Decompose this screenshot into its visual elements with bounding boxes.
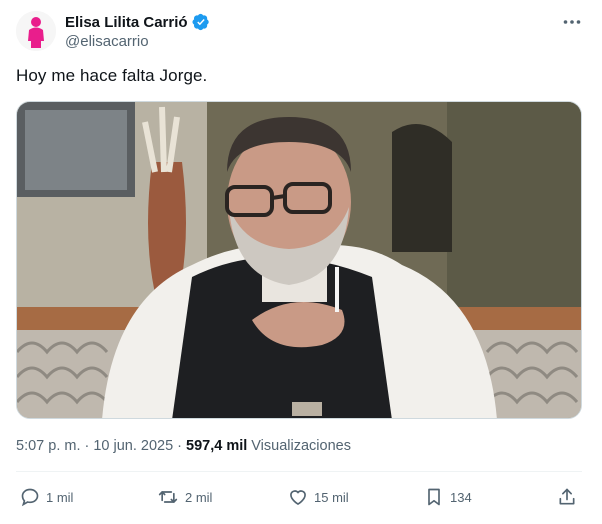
bookmark-button[interactable]: 134 xyxy=(424,485,472,509)
bookmark-count: 134 xyxy=(450,489,472,505)
meta-separator-2: · xyxy=(177,438,182,454)
tweet-time[interactable]: 5:07 p. m. xyxy=(16,438,80,454)
like-count: 15 mil xyxy=(314,489,349,505)
repost-button[interactable]: 2 mil xyxy=(157,485,212,509)
meta-separator: · xyxy=(84,438,90,454)
tweet-meta: 5:07 p. m. · 10 jun. 2025 · 597,4 mil Vi… xyxy=(16,438,351,454)
bookmark-icon xyxy=(428,488,440,506)
avatar[interactable] xyxy=(16,11,56,51)
photo-man-with-beard-and-glasses xyxy=(17,102,581,418)
reply-button[interactable]: 1 mil xyxy=(20,485,73,509)
tweet-date[interactable]: 10 jun. 2025 xyxy=(93,438,173,454)
reply-icon xyxy=(21,488,39,507)
author-name-row: Elisa Lilita Carrió xyxy=(65,12,210,32)
tweet-photo[interactable] xyxy=(16,101,582,419)
tweet-card: Elisa Lilita Carrió @elisacarrio Hoy me … xyxy=(0,0,602,524)
more-dots-icon xyxy=(563,20,581,24)
like-button[interactable]: 15 mil xyxy=(288,485,349,509)
share-icon xyxy=(559,488,575,505)
repost-icon xyxy=(158,491,178,503)
repost-count: 2 mil xyxy=(185,489,213,505)
pink-silhouette-avatar-icon xyxy=(16,11,56,51)
share-button[interactable] xyxy=(557,485,577,509)
views-label: Visualizaciones xyxy=(251,438,351,454)
views-count[interactable]: 597,4 mil xyxy=(186,438,247,454)
more-options-button[interactable] xyxy=(559,11,585,33)
display-name[interactable]: Elisa Lilita Carrió xyxy=(65,14,188,31)
heart-icon xyxy=(290,490,306,506)
tweet-text: Hoy me hace falta Jorge. xyxy=(16,66,208,85)
author-handle[interactable]: @elisacarrio xyxy=(65,33,149,50)
verified-badge-icon[interactable] xyxy=(192,13,210,31)
divider xyxy=(16,471,582,472)
reply-count: 1 mil xyxy=(46,489,74,505)
